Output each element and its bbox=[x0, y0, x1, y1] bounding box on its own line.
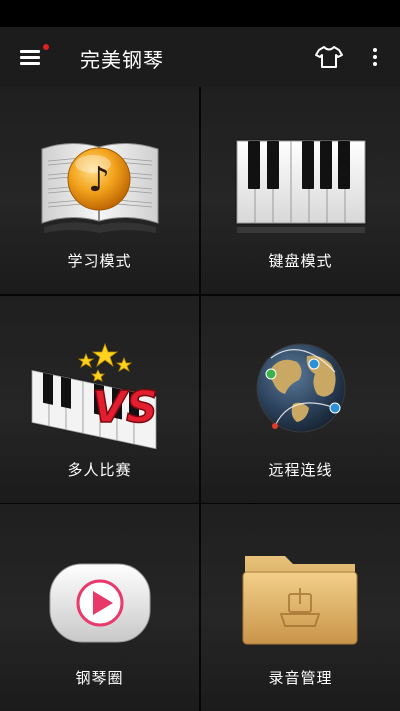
folder-icon bbox=[242, 556, 358, 645]
music-book-icon: ♪ bbox=[41, 143, 159, 233]
tile-keyboard-mode[interactable]: 键盘模式 bbox=[201, 87, 400, 294]
svg-text:VS: VS bbox=[92, 382, 158, 433]
piano-keys-icon bbox=[235, 139, 367, 233]
tile-label: 键盘模式 bbox=[268, 252, 333, 270]
more-options-button[interactable] bbox=[362, 43, 388, 71]
app-toolbar: 完美钢琴 bbox=[0, 27, 400, 87]
globe-network-icon bbox=[256, 343, 346, 433]
tile-piano-circle[interactable]: 钢琴圈 bbox=[0, 504, 199, 711]
menu-button[interactable] bbox=[14, 43, 49, 71]
tile-label: 多人比赛 bbox=[67, 461, 132, 479]
tile-label: 远程连线 bbox=[268, 461, 333, 479]
tshirt-icon bbox=[315, 46, 343, 68]
vs-piano-icon: VS bbox=[30, 342, 159, 451]
notification-dot bbox=[43, 44, 49, 50]
theme-button[interactable] bbox=[314, 43, 344, 71]
svg-text:♪: ♪ bbox=[88, 160, 110, 200]
tile-multiplayer[interactable]: VS 多人比赛 bbox=[0, 296, 199, 503]
play-circle-icon bbox=[49, 563, 151, 643]
tile-remote-connect[interactable]: 远程连线 bbox=[201, 296, 400, 503]
status-bar bbox=[0, 0, 400, 27]
app-screen: 完美钢琴 ♪ 学习模式 键盘模式 VS 多人比赛 远程连线 钢琴圈 录音管理 bbox=[0, 0, 400, 711]
tile-recording-manager[interactable]: 录音管理 bbox=[201, 504, 400, 711]
app-title: 完美钢琴 bbox=[80, 48, 164, 72]
tile-label: 钢琴圈 bbox=[75, 669, 124, 687]
tile-learning-mode[interactable]: ♪ 学习模式 bbox=[0, 87, 199, 294]
tile-label: 学习模式 bbox=[67, 252, 132, 270]
tile-label: 录音管理 bbox=[268, 669, 333, 687]
